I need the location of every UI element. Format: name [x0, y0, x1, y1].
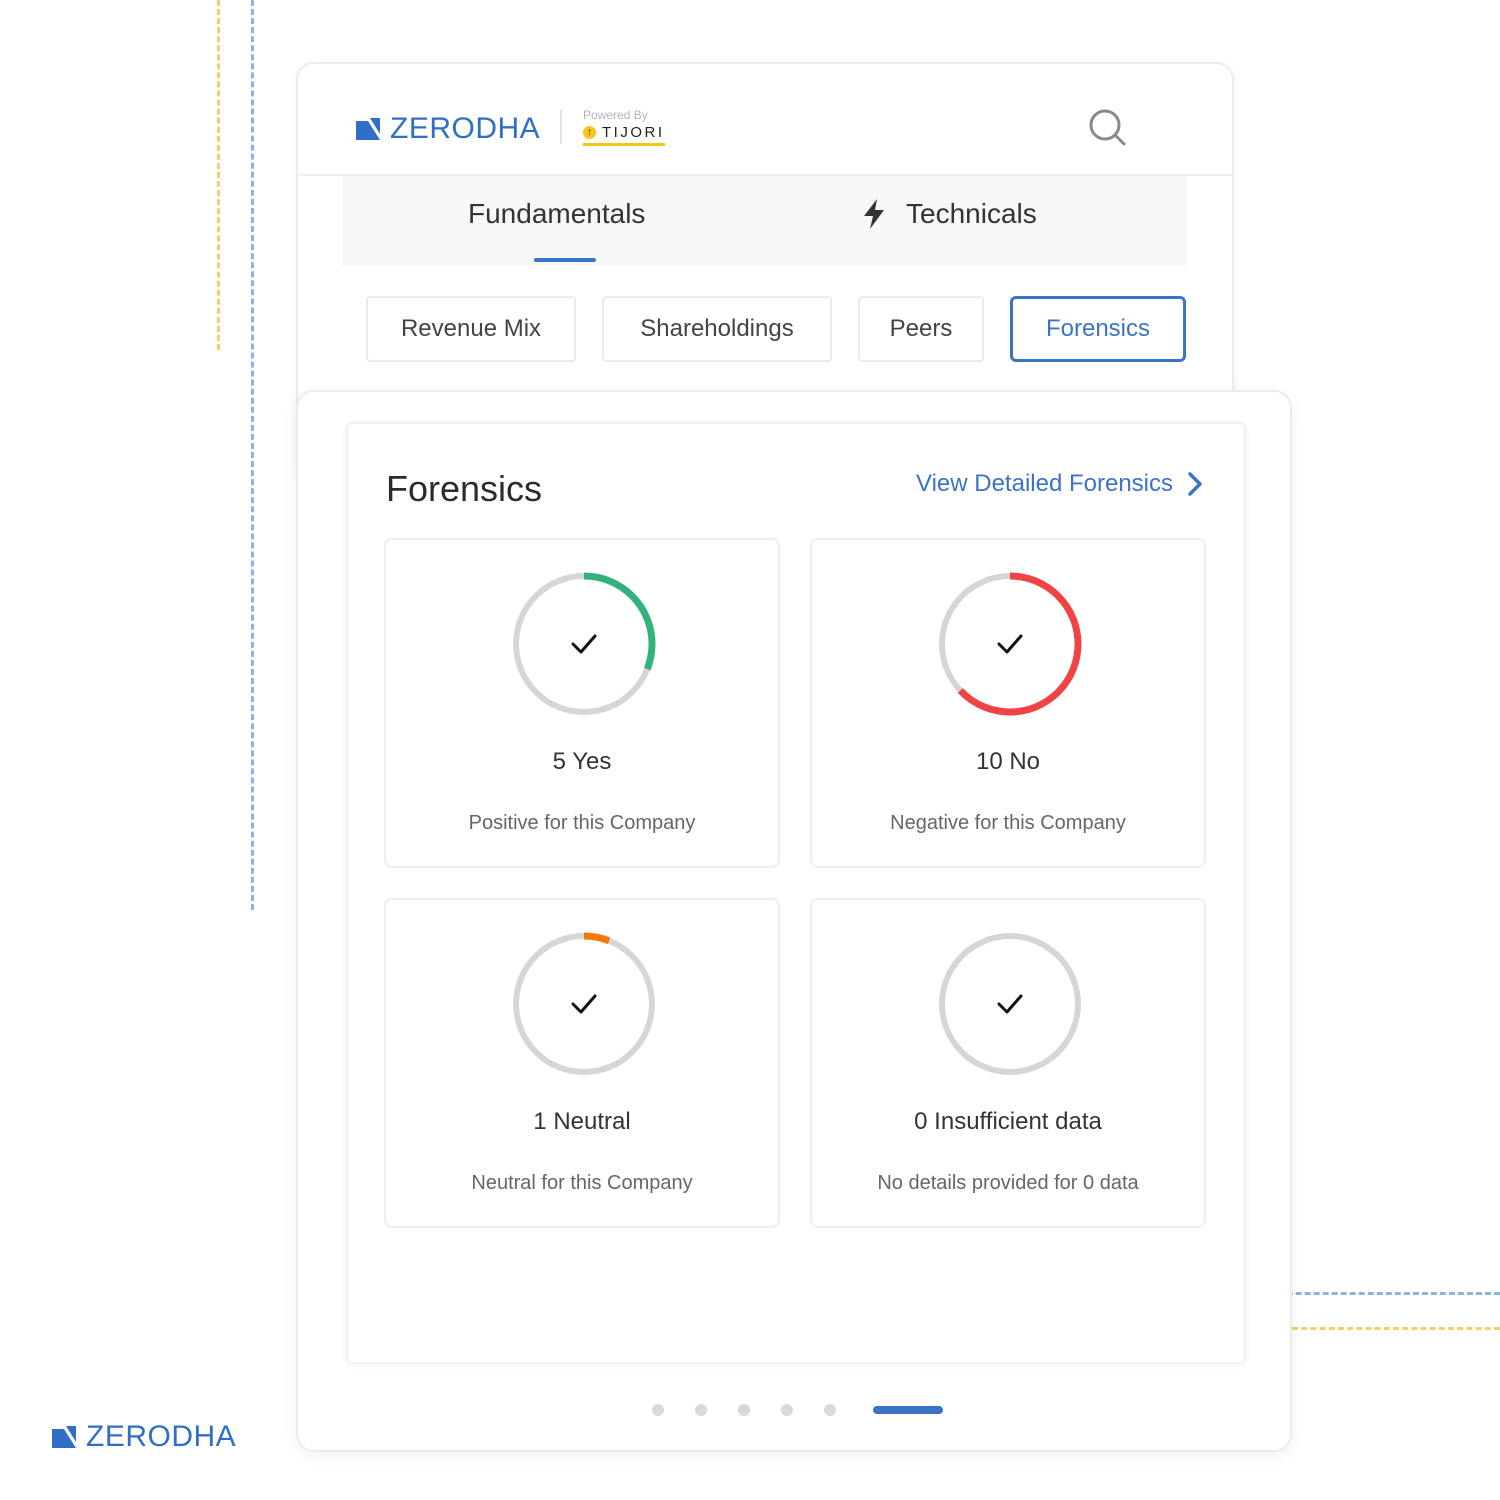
pagination-dot-active[interactable] — [873, 1406, 943, 1414]
checkmark-icon — [997, 634, 1023, 654]
zerodha-logo-icon — [52, 1426, 76, 1448]
progress-ring — [938, 572, 1082, 716]
main-tabs: Fundamentals Technicals — [342, 176, 1187, 266]
checkmark-icon — [571, 994, 597, 1014]
panel-title: Forensics — [386, 468, 543, 509]
tab-fundamentals[interactable]: Fundamentals — [468, 198, 645, 230]
stat-count: 10 No — [975, 748, 1041, 775]
stat-count: 5 Yes — [552, 748, 612, 775]
stat-card-yes: 5 Yes Positive for this Company — [384, 538, 780, 868]
view-detailed-forensics-link[interactable]: View Detailed Forensics — [916, 470, 1203, 498]
progress-ring — [939, 933, 1081, 1075]
forensics-card: Forensics View Detailed Forensics 5 Yes … — [296, 390, 1292, 1452]
stat-card-neutral: 1 Neutral Neutral for this Company — [384, 898, 780, 1228]
forensics-panel: Forensics View Detailed Forensics 5 Yes … — [346, 422, 1246, 1364]
tab-technicals[interactable]: Technicals — [862, 198, 1037, 230]
pagination-dot[interactable] — [652, 1404, 664, 1416]
app-header: ZERODHA Powered By ↑ TIJORI — [298, 64, 1232, 176]
decor-dash-blue-vertical — [251, 0, 254, 910]
brand-logo: ZERODHA — [356, 112, 540, 146]
powered-by: Powered By ↑ TIJORI — [583, 108, 665, 146]
tijori-arrow-icon: ↑ — [583, 126, 596, 139]
progress-ring — [512, 572, 656, 716]
tab-technicals-label: Technicals — [906, 198, 1037, 229]
chevron-right-icon — [1188, 472, 1202, 496]
carousel-pagination — [652, 1402, 943, 1418]
stat-description: Positive for this Company — [468, 812, 696, 834]
pagination-dot[interactable] — [738, 1404, 750, 1416]
checkmark-icon — [571, 634, 597, 654]
decor-dash-yellow-horizontal — [1292, 1327, 1500, 1330]
brand-name: ZERODHA — [390, 112, 541, 145]
stat-description: Neutral for this Company — [471, 1172, 693, 1194]
stat-description: No details provided for 0 data — [877, 1172, 1139, 1194]
footer-brand-name: ZERODHA — [86, 1420, 237, 1453]
pagination-dot[interactable] — [695, 1404, 707, 1416]
decor-dash-yellow-vertical — [217, 0, 220, 350]
subtab-revenue-mix[interactable]: Revenue Mix — [366, 296, 576, 362]
zerodha-logo-icon — [356, 118, 380, 140]
subtab-shareholdings[interactable]: Shareholdings — [602, 296, 832, 362]
partner-name: TIJORI — [602, 124, 665, 141]
tab-fundamentals-label: Fundamentals — [468, 198, 646, 229]
stat-count: 0 Insufficient data — [914, 1108, 1102, 1135]
subtab-peers[interactable]: Peers — [858, 296, 984, 362]
stat-card-insufficient: 0 Insufficient data No details provided … — [810, 898, 1206, 1228]
lightning-icon — [864, 199, 884, 229]
stat-description: Negative for this Company — [890, 812, 1126, 834]
pagination-dot[interactable] — [824, 1404, 836, 1416]
pagination-dot[interactable] — [781, 1404, 793, 1416]
search-icon[interactable] — [1088, 108, 1128, 148]
stat-card-no: 10 No Negative for this Company — [810, 538, 1206, 868]
subtab-forensics[interactable]: Forensics — [1010, 296, 1186, 362]
progress-ring — [512, 932, 656, 1076]
partner-logo: ↑ TIJORI — [583, 124, 665, 146]
active-tab-indicator — [534, 258, 596, 262]
stat-count: 1 Neutral — [533, 1108, 631, 1135]
view-detailed-forensics-label: View Detailed Forensics — [916, 470, 1174, 497]
footer-brand-logo: ZERODHA — [52, 1420, 236, 1454]
header-divider — [560, 110, 562, 144]
powered-by-label: Powered By — [583, 108, 648, 122]
checkmark-icon — [997, 994, 1023, 1014]
